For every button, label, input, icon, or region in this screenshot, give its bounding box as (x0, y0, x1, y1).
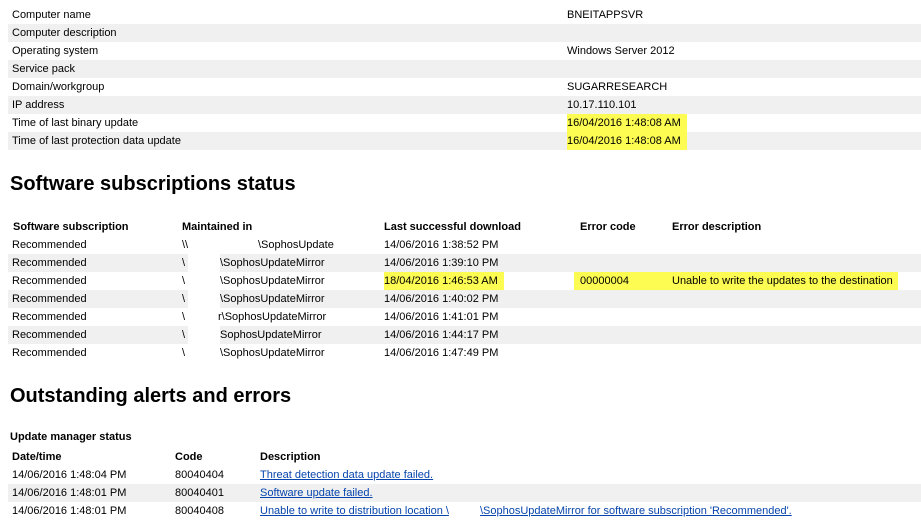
maintained-prefix: \ (182, 275, 186, 287)
last-download: 14/06/2016 1:47:49 PM (384, 347, 499, 359)
alert-code: 80040401 (175, 487, 224, 499)
last-download-highlighted: 18/04/2016 1:46:53 AM (384, 272, 504, 290)
last-download: 14/06/2016 1:44:17 PM (384, 329, 499, 341)
maintained-prefix: \ (182, 257, 186, 269)
alert-code: 80040408 (175, 505, 224, 517)
table-row: 14/06/2016 1:48:01 PM 80040408 Unable to… (8, 502, 921, 520)
column-header-last-download: Last successful download (384, 221, 521, 233)
info-value: 10.17.110.101 (567, 99, 637, 111)
info-row-operating-system: Operating system Windows Server 2012 (8, 42, 921, 60)
info-label: Time of last binary update (12, 117, 139, 129)
alert-datetime: 14/06/2016 1:48:04 PM (12, 469, 127, 481)
column-header-datetime: Date/time (12, 451, 62, 463)
subscription-name: Recommended (12, 311, 87, 323)
table-row: Recommended \ r\SophosUpdateMirror 14/06… (8, 308, 921, 326)
maintained-prefix: \\ (182, 239, 189, 251)
redaction-block (188, 290, 220, 308)
info-row-computer-name: Computer name BNEITAPPSVR (8, 6, 921, 24)
redaction-block (188, 254, 220, 272)
info-row-last-binary-update: Time of last binary update 16/04/2016 1:… (8, 114, 921, 132)
last-download: 14/06/2016 1:39:10 PM (384, 257, 499, 269)
column-header-error-code: Error code (580, 221, 636, 233)
alert-description-link-continued[interactable]: \SophosUpdateMirror for software subscri… (480, 502, 792, 520)
table-row: Recommended \\ \SophosUpdate 14/06/2016 … (8, 236, 921, 254)
table-row: Recommended \ \SophosUpdateMirror 14/06/… (8, 344, 921, 362)
info-label: Computer name (12, 9, 91, 21)
table-row-error: Recommended \ \SophosUpdateMirror 18/04/… (8, 272, 921, 290)
error-code: 00000004 (574, 272, 670, 290)
info-value: Windows Server 2012 (567, 45, 675, 57)
alert-description-link[interactable]: Threat detection data update failed. (260, 466, 433, 484)
info-row-computer-description: Computer description (8, 24, 921, 42)
maintained-path: \SophosUpdate (258, 239, 334, 251)
error-description: Unable to write the updates to the desti… (668, 272, 898, 290)
maintained-path: \SophosUpdateMirror (220, 275, 325, 287)
subscription-name: Recommended (12, 257, 87, 269)
alert-datetime: 14/06/2016 1:48:01 PM (12, 487, 127, 499)
section-title-subscriptions: Software subscriptions status (10, 173, 296, 195)
column-header-description: Description (260, 451, 321, 463)
redaction-block (188, 326, 220, 344)
subscription-name: Recommended (12, 293, 87, 305)
info-value-highlighted: 16/04/2016 1:48:08 AM (567, 114, 687, 132)
table-row: 14/06/2016 1:48:04 PM 80040404 Threat de… (8, 466, 921, 484)
last-download: 14/06/2016 1:41:01 PM (384, 311, 499, 323)
info-label: Service pack (12, 63, 75, 75)
subscription-name: Recommended (12, 329, 87, 341)
table-row: Recommended \ \SophosUpdateMirror 14/06/… (8, 254, 921, 272)
info-row-domain: Domain/workgroup SUGARRESEARCH (8, 78, 921, 96)
info-row-service-pack: Service pack (8, 60, 921, 78)
info-value-highlighted: 16/04/2016 1:48:08 AM (567, 132, 687, 150)
column-header-code: Code (175, 451, 203, 463)
table-row: Recommended \ \SophosUpdateMirror 14/06/… (8, 290, 921, 308)
column-header-subscription: Software subscription (13, 221, 129, 233)
subscription-name: Recommended (12, 239, 87, 251)
subscription-name: Recommended (12, 347, 87, 359)
table-row: Recommended \ SophosUpdateMirror 14/06/2… (8, 326, 921, 344)
alert-description-link[interactable]: Unable to write to distribution location… (260, 502, 449, 520)
info-row-ip-address: IP address 10.17.110.101 (8, 96, 921, 114)
maintained-prefix: \ (182, 311, 186, 323)
maintained-prefix: \ (182, 293, 186, 305)
maintained-path: SophosUpdateMirror (220, 329, 322, 341)
alert-datetime: 14/06/2016 1:48:01 PM (12, 505, 127, 517)
maintained-path: \SophosUpdateMirror (220, 347, 325, 359)
subscription-name: Recommended (12, 275, 87, 287)
info-label: Domain/workgroup (12, 81, 105, 93)
maintained-path: \SophosUpdateMirror (220, 293, 325, 305)
info-value: BNEITAPPSVR (567, 9, 644, 21)
maintained-path: \SophosUpdateMirror (220, 257, 325, 269)
info-label: Time of last protection data update (12, 135, 181, 147)
maintained-prefix: \ (182, 329, 186, 341)
info-value: SUGARRESEARCH (567, 81, 668, 93)
alert-code: 80040404 (175, 469, 224, 481)
last-download: 14/06/2016 1:38:52 PM (384, 239, 499, 251)
column-header-error-description: Error description (672, 221, 762, 233)
column-header-maintained: Maintained in (182, 221, 253, 233)
maintained-path: r\SophosUpdateMirror (218, 311, 327, 323)
info-label: IP address (12, 99, 65, 111)
info-label: Operating system (12, 45, 99, 57)
table-row: 14/06/2016 1:48:01 PM 80040401 Software … (8, 484, 921, 502)
maintained-prefix: \ (182, 347, 186, 359)
info-label: Computer description (12, 27, 117, 39)
section-title-alerts: Outstanding alerts and errors (10, 385, 292, 407)
subsection-title-update-manager: Update manager status (10, 431, 132, 443)
alert-description-link[interactable]: Software update failed. (260, 484, 373, 502)
info-row-last-protection-update: Time of last protection data update 16/0… (8, 132, 921, 150)
last-download: 14/06/2016 1:40:02 PM (384, 293, 499, 305)
